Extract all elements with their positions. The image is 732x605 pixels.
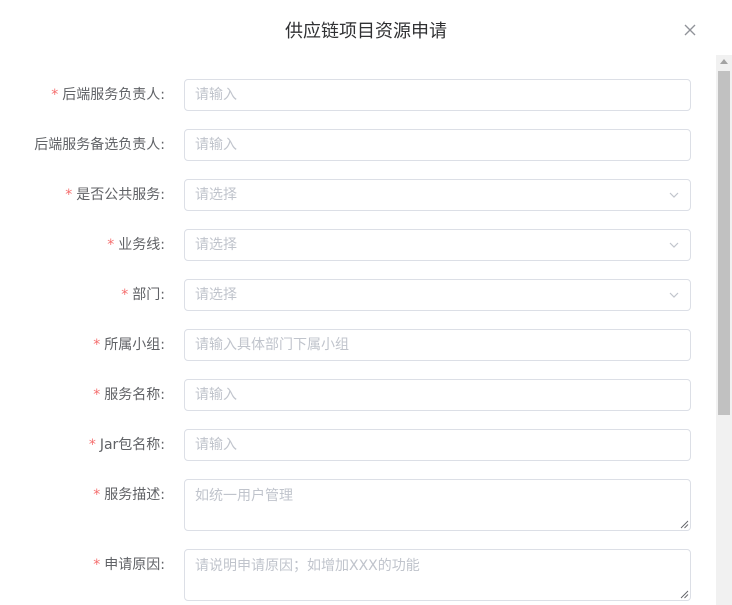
select-placeholder: 请选择 [195,187,237,203]
required-marker: * [88,437,96,453]
input-placeholder: 请输入 [195,87,237,103]
input-placeholder: 请输入具体部门下属小组 [195,337,349,353]
form-label-text: 后端服务备选负责人: [34,137,165,153]
input-placeholder: 请输入 [195,137,237,153]
required-marker: * [93,557,101,573]
chevron-down-icon [669,242,679,248]
required-marker: * [93,387,101,403]
required-marker: * [107,237,115,253]
form-label-text: Jar包名称: [99,437,165,453]
chevron-down-icon [669,292,679,298]
resize-handle-icon[interactable] [680,520,689,529]
form-item-business-line: * 业务线: 请选择 [0,229,716,261]
form-item-service-name: * 服务名称: 请输入 [0,379,716,411]
form-label-text: 后端服务负责人: [62,87,165,103]
required-marker: * [65,187,73,203]
form-label-team: * 所属小组: [93,329,165,361]
required-marker: * [93,487,101,503]
resize-handle-icon[interactable] [680,590,689,599]
team-input[interactable]: 请输入具体部门下属小组 [184,329,691,361]
backend-backup-owner-input[interactable]: 请输入 [184,129,691,161]
close-icon[interactable] [681,21,699,39]
is-public-service-select[interactable]: 请选择 [184,179,691,211]
form-item-jar-name: * Jar包名称: 请输入 [0,429,716,461]
dialog-title: 供应链项目资源申请 [285,21,447,42]
required-marker: * [51,87,59,103]
form-item-backend-backup-owner: 后端服务备选负责人: 请输入 [0,129,716,161]
form-label-text: 业务线: [118,237,165,253]
form-label-jar-name: * Jar包名称: [89,429,165,461]
scroll-up-arrow-icon[interactable] [720,59,728,64]
form-label-service-name: * 服务名称: [93,379,165,411]
form-label-text: 服务描述: [104,487,165,503]
form-label-backend-owner: * 后端服务负责人: [51,79,165,111]
apply-reason-textarea[interactable]: 请说明申请原因；如增加XXX的功能 [184,549,691,601]
chevron-down-icon [669,192,679,198]
service-name-input[interactable]: 请输入 [184,379,691,411]
form-item-backend-owner: * 后端服务负责人: 请输入 [0,79,716,111]
select-placeholder: 请选择 [195,237,237,253]
form-label-text: 所属小组: [104,337,165,353]
form-label-text: 申请原因: [104,557,165,573]
form-label-is-public-service: * 是否公共服务: [65,179,165,211]
form-item-department: * 部门: 请选择 [0,279,716,311]
service-desc-textarea[interactable]: 如统一用户管理 [184,479,691,531]
form-item-team: * 所属小组: 请输入具体部门下属小组 [0,329,716,361]
form-label-text: 服务名称: [104,387,165,403]
form-label-text: 部门: [132,287,165,303]
form-label-service-desc: * 服务描述: [93,479,165,511]
vertical-scrollbar[interactable] [716,55,732,605]
scrollbar-thumb[interactable] [718,71,730,415]
resource-application-dialog: 供应链项目资源申请 *后端服务负责人: 请输入 后端服务备选负责人: 请输入 [0,0,732,605]
textarea-placeholder: 请说明申请原因；如增加XXX的功能 [195,558,420,574]
form-item-service-desc: * 服务描述: 如统一用户管理 [0,479,716,531]
form-label-apply-reason: * 申请原因: [93,549,165,581]
form-item-apply-reason: * 申请原因: 请说明申请原因；如增加XXX的功能 [0,549,716,601]
jar-name-input[interactable]: 请输入 [184,429,691,461]
form-label-text: 是否公共服务: [76,187,165,203]
required-marker: * [121,287,129,303]
form-label-business-line: * 业务线: [107,229,165,261]
required-marker: * [93,337,101,353]
form-item-is-public-service: * 是否公共服务: 请选择 [0,179,716,211]
textarea-placeholder: 如统一用户管理 [195,488,293,504]
backend-owner-input[interactable]: 请输入 [184,79,691,111]
input-placeholder: 请输入 [195,437,237,453]
form-label-department: * 部门: [121,279,165,311]
form-label-backend-backup-owner: 后端服务备选负责人: [34,129,165,161]
input-placeholder: 请输入 [195,387,237,403]
department-select[interactable]: 请选择 [184,279,691,311]
business-line-select[interactable]: 请选择 [184,229,691,261]
select-placeholder: 请选择 [195,287,237,303]
